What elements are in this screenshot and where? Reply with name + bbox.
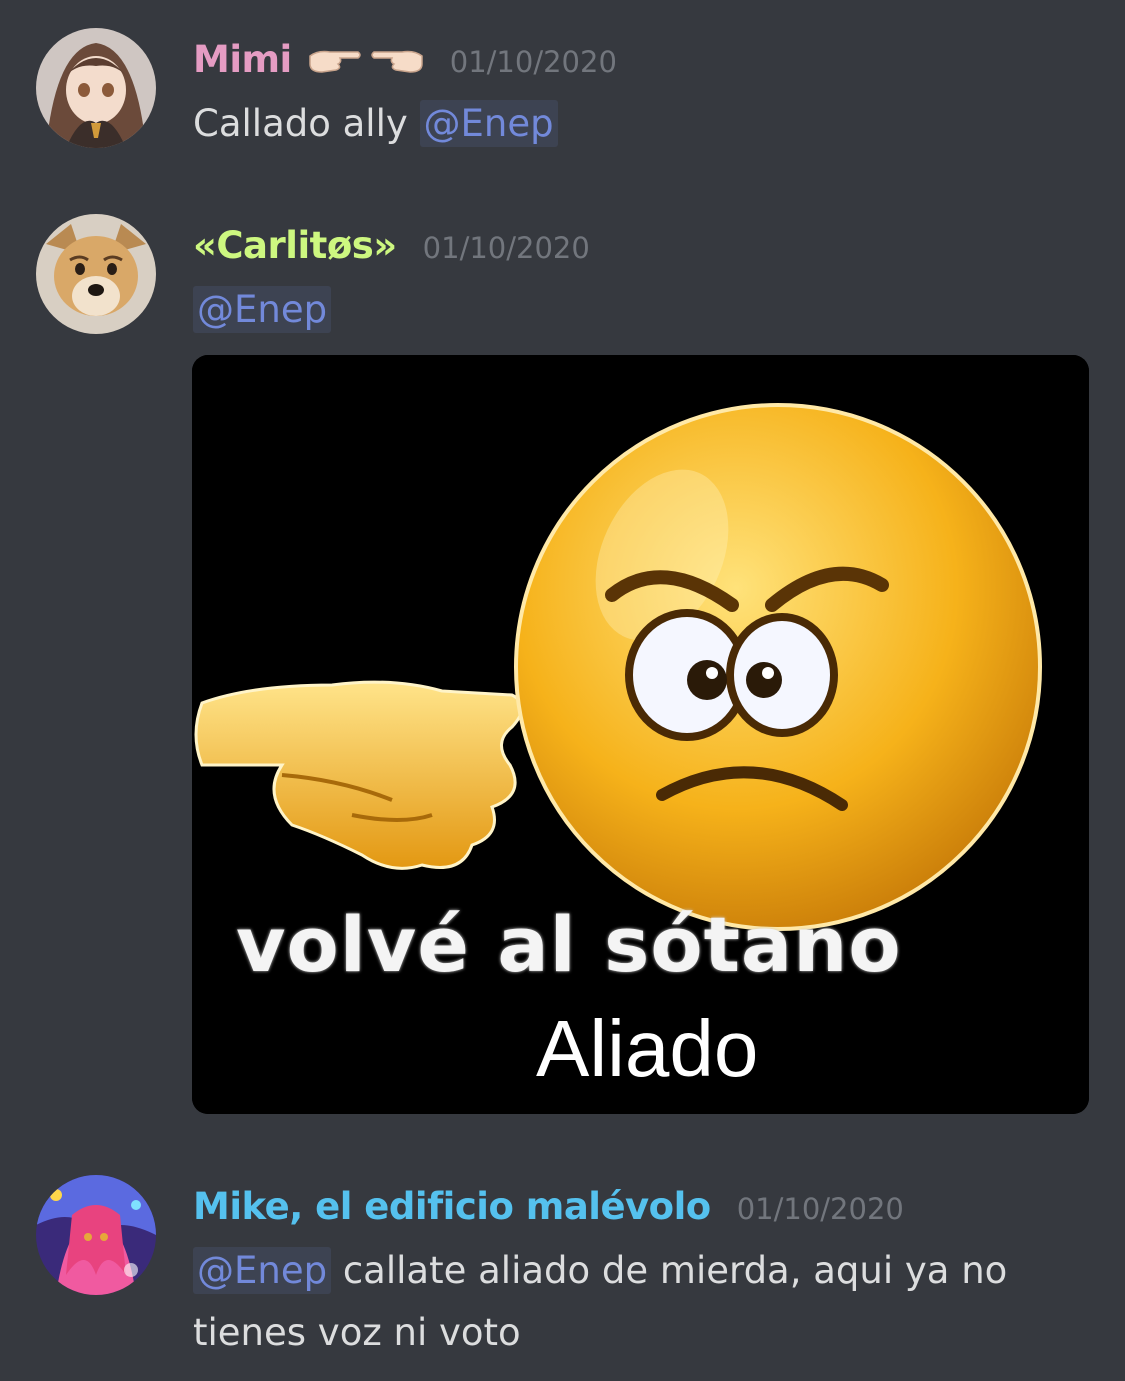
mention-enep[interactable]: @Enep — [419, 100, 558, 147]
username[interactable]: Mike, el edificio malévolo — [193, 1185, 711, 1228]
avatar-carlitos[interactable] — [36, 214, 156, 334]
message-content: @Enep callate aliado de mierda, aqui ya … — [193, 1240, 1065, 1364]
caption-aliado: Aliado — [536, 1004, 759, 1093]
message-text: Callado ally — [193, 102, 420, 145]
message-content: Callado ally @Enep — [193, 93, 1055, 155]
caption-volve-al-sotano: volvé al sótano — [236, 900, 902, 989]
mention-enep[interactable]: @Enep — [193, 1247, 332, 1294]
pointing-hands-emoji — [308, 44, 424, 76]
avatar-mimi[interactable] — [36, 28, 156, 148]
avatar-mike[interactable] — [36, 1175, 156, 1295]
timestamp: 01/10/2020 — [449, 45, 617, 79]
message-content: @Enep — [193, 279, 1055, 341]
image-attachment[interactable]: volvé al sótano Aliado — [192, 355, 1089, 1114]
mention-enep[interactable]: @Enep — [193, 286, 332, 333]
angry-emoji-pointing-image — [192, 355, 1089, 1114]
pointing-left-hand-icon — [371, 50, 423, 73]
username[interactable]: «Carlitøs» — [193, 224, 397, 267]
timestamp: 01/10/2020 — [736, 1192, 904, 1226]
username[interactable]: Mimi — [193, 38, 292, 81]
pointing-right-hand-icon — [309, 50, 361, 73]
timestamp: 01/10/2020 — [422, 231, 590, 265]
